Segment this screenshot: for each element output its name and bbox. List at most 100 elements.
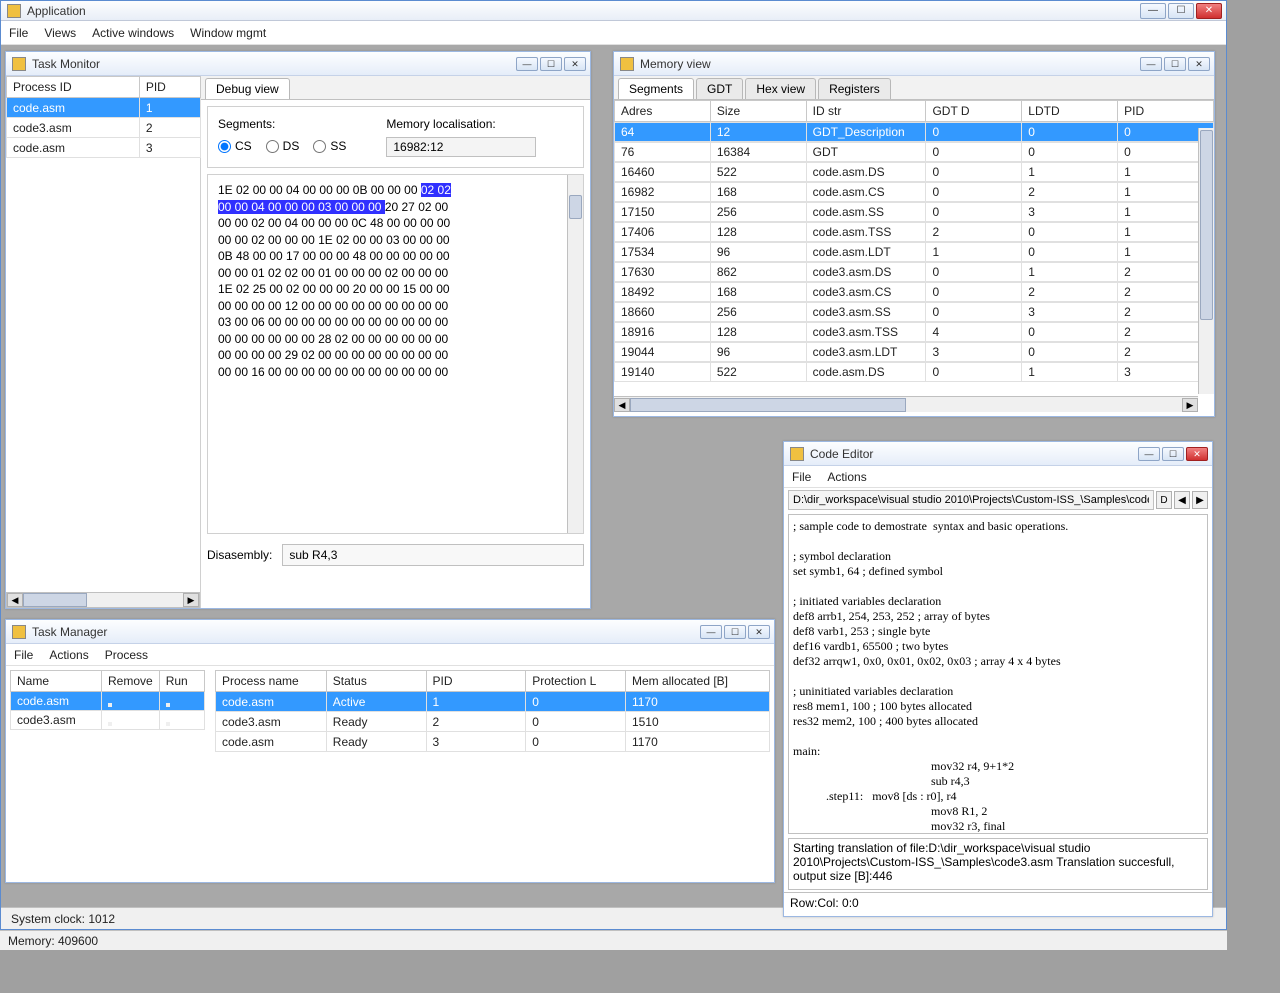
table-row[interactable]: 16982168code.asm.CS021 (614, 182, 1214, 202)
code-textarea[interactable]: ; sample code to demostrate syntax and b… (788, 514, 1208, 834)
hex-dump[interactable]: 1E 02 00 00 04 00 00 00 0B 00 00 00 02 0… (207, 174, 584, 534)
close-button[interactable]: ✕ (748, 625, 770, 639)
col-run[interactable]: Run (159, 671, 204, 692)
table-row[interactable]: 19140522code.asm.DS013 (614, 362, 1214, 382)
menu-window-mgmt[interactable]: Window mgmt (190, 26, 266, 40)
table-row[interactable]: code.asm (11, 692, 205, 711)
maximize-button[interactable]: ☐ (1164, 57, 1186, 71)
table-row[interactable]: code.asm1 (7, 98, 201, 118)
ce-menu-actions[interactable]: Actions (827, 470, 866, 484)
table-row[interactable]: code3.asmReady201510 (216, 712, 770, 732)
main-titlebar[interactable]: Application — ☐ ✕ (1, 1, 1226, 21)
table-row[interactable]: code3.asm2 (7, 118, 201, 138)
radio-ds[interactable]: DS (266, 139, 300, 153)
table-row[interactable]: 17630862code3.asm.DS012 (614, 262, 1214, 282)
remove-button[interactable] (108, 703, 112, 707)
run-button[interactable] (166, 703, 170, 707)
col-ldtd[interactable]: LDTD (1022, 101, 1118, 122)
run-button[interactable] (166, 722, 170, 726)
table-row[interactable]: code.asmReady301170 (216, 732, 770, 752)
hex-scrollbar[interactable] (567, 175, 583, 533)
close-button[interactable]: ✕ (564, 57, 586, 71)
col-mem[interactable]: Mem allocated [B] (625, 671, 769, 692)
code-editor-titlebar[interactable]: Code Editor — ☐ ✕ (784, 442, 1212, 466)
table-row[interactable]: code.asm3 (7, 138, 201, 158)
col-prot[interactable]: Protection L (526, 671, 626, 692)
table-row[interactable]: 7616384GDT000 (614, 142, 1214, 162)
output-textarea[interactable]: Starting translation of file:D:\dir_work… (788, 838, 1208, 890)
table-row[interactable]: 1753496code.asm.LDT101 (614, 242, 1214, 262)
memloc-value[interactable] (386, 137, 536, 157)
tab-debug-view[interactable]: Debug view (205, 78, 290, 99)
minimize-button[interactable]: — (1140, 3, 1166, 19)
tab-segments[interactable]: Segments (618, 78, 694, 99)
col-pid2[interactable]: PID (426, 671, 526, 692)
table-row[interactable]: 17406128code.asm.TSS201 (614, 222, 1214, 242)
tm-menu-actions[interactable]: Actions (49, 648, 88, 662)
table-row[interactable]: code3.asm (11, 711, 205, 730)
system-clock-label: System clock: 1012 (11, 912, 115, 926)
process-id-table[interactable]: Process ID PID code.asm1code3.asm2code.a… (6, 76, 201, 158)
menubar: File Views Active windows Window mgmt (1, 21, 1226, 45)
close-button[interactable]: ✕ (1186, 447, 1208, 461)
col-process-id[interactable]: Process ID (7, 77, 140, 98)
segments-table[interactable]: Adres Size ID str GDT D LDTD PID 6412GDT… (614, 100, 1214, 390)
tm-menu-file[interactable]: File (14, 648, 33, 662)
d-button[interactable]: D (1156, 491, 1172, 509)
col-pname[interactable]: Process name (216, 671, 327, 692)
remove-button[interactable] (108, 722, 112, 726)
task-monitor-titlebar[interactable]: Task Monitor — ☐ ✕ (6, 52, 590, 76)
minimize-button[interactable]: — (700, 625, 722, 639)
radio-cs[interactable]: CS (218, 139, 252, 153)
maximize-button[interactable]: ☐ (1168, 3, 1194, 19)
file-path-input[interactable] (788, 490, 1154, 510)
col-idstr[interactable]: ID str (806, 101, 926, 122)
task-monitor-hscroll[interactable]: ◀▶ (6, 592, 200, 608)
table-row[interactable]: 1904496code3.asm.LDT302 (614, 342, 1214, 362)
next-button[interactable]: ▶ (1192, 491, 1208, 509)
minimize-button[interactable]: — (516, 57, 538, 71)
radio-ss[interactable]: SS (313, 139, 346, 153)
memory-hscroll[interactable]: ◀▶ (614, 396, 1198, 412)
task-manager-titlebar[interactable]: Task Manager — ☐ ✕ (6, 620, 774, 644)
ce-menu-file[interactable]: File (792, 470, 811, 484)
maximize-button[interactable]: ☐ (540, 57, 562, 71)
table-row[interactable]: 18492168code3.asm.CS022 (614, 282, 1214, 302)
col-pid[interactable]: PID (139, 77, 200, 98)
debug-tabs: Debug view (201, 76, 590, 100)
tm-left-table[interactable]: Name Remove Run code.asmcode3.asm (10, 670, 205, 730)
minimize-button[interactable]: — (1138, 447, 1160, 461)
table-row[interactable]: 18916128code3.asm.TSS402 (614, 322, 1214, 342)
close-button[interactable]: ✕ (1196, 3, 1222, 19)
tm-menu-process[interactable]: Process (105, 648, 148, 662)
prev-button[interactable]: ◀ (1174, 491, 1190, 509)
table-row[interactable]: 18660256code3.asm.SS032 (614, 302, 1214, 322)
col-gdtd[interactable]: GDT D (926, 101, 1022, 122)
task-monitor-title: Task Monitor (32, 57, 516, 71)
col-status[interactable]: Status (326, 671, 426, 692)
tab-hex[interactable]: Hex view (745, 78, 816, 99)
menu-views[interactable]: Views (44, 26, 76, 40)
close-button[interactable]: ✕ (1188, 57, 1210, 71)
table-row[interactable]: 16460522code.asm.DS011 (614, 162, 1214, 182)
table-row[interactable]: 6412GDT_Description000 (614, 122, 1214, 142)
col-name[interactable]: Name (11, 671, 102, 692)
memory-vscroll[interactable] (1198, 128, 1214, 394)
table-row[interactable]: 17150256code.asm.SS031 (614, 202, 1214, 222)
col-adres[interactable]: Adres (615, 101, 711, 122)
col-size[interactable]: Size (710, 101, 806, 122)
menu-active-windows[interactable]: Active windows (92, 26, 174, 40)
tab-gdt[interactable]: GDT (696, 78, 743, 99)
minimize-button[interactable]: — (1140, 57, 1162, 71)
window-icon (790, 447, 804, 461)
col-remove[interactable]: Remove (102, 671, 160, 692)
maximize-button[interactable]: ☐ (1162, 447, 1184, 461)
processes-table[interactable]: Process name Status PID Protection L Mem… (215, 670, 770, 752)
maximize-button[interactable]: ☐ (724, 625, 746, 639)
table-row[interactable]: code.asmActive101170 (216, 692, 770, 712)
memory-view-titlebar[interactable]: Memory view — ☐ ✕ (614, 52, 1214, 76)
menu-file[interactable]: File (9, 26, 28, 40)
tab-registers[interactable]: Registers (818, 78, 891, 99)
col-pid[interactable]: PID (1118, 101, 1214, 122)
disasm-value[interactable] (282, 544, 584, 566)
